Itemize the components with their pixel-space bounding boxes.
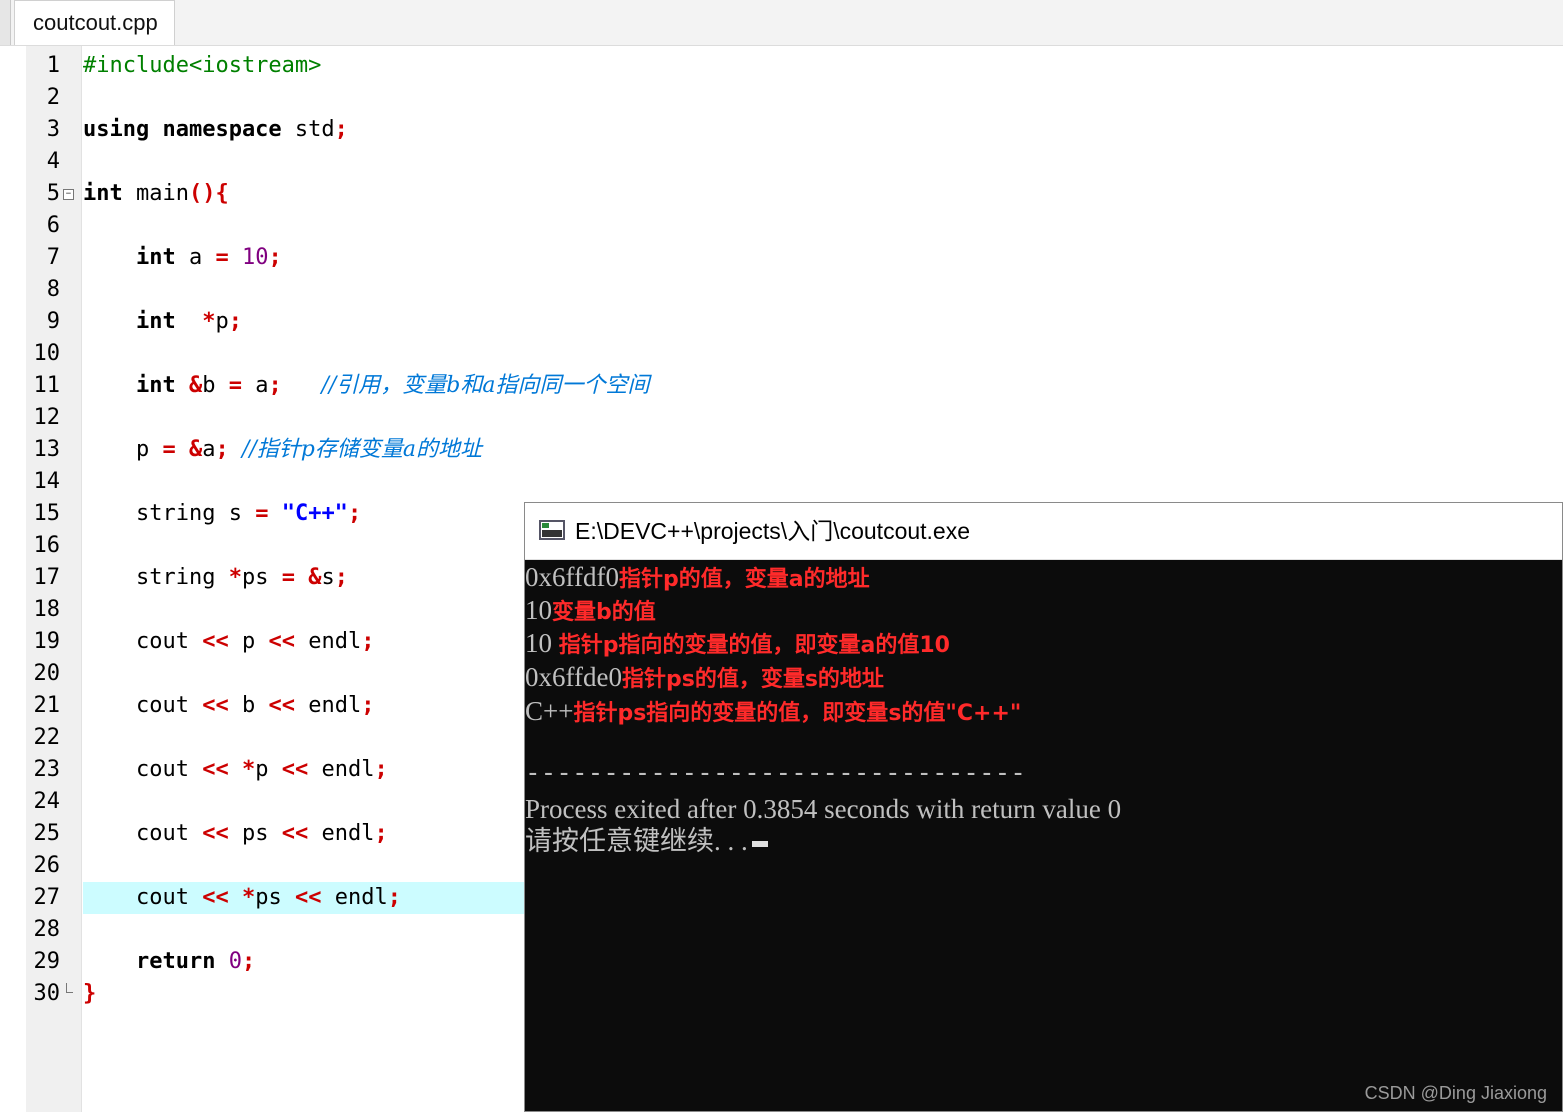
line-number: 2 [46,85,60,110]
annotation: 指针ps指向的变量的值，即变量s的值"C++" [573,701,1022,726]
line-number: 21 [33,693,61,718]
line-number: 7 [46,245,60,270]
code-line-27: cout << *ps << endl; [135,885,401,910]
line-number: 9 [46,309,60,334]
line-number: 12 [33,405,61,430]
line-number: 13 [33,437,61,462]
line-number: 11 [33,373,61,398]
line-number: 6 [46,213,60,238]
code-line-30: } [83,981,97,1006]
line-number: 16 [33,533,61,558]
line-number: 15 [33,501,61,526]
tab-bar: coutcout.cpp [0,0,1563,46]
line-number: 29 [33,949,61,974]
console-output-line: C++指针ps指向的变量的值，即变量s的值"C++" [525,696,1022,726]
line-number: 5 [46,181,60,206]
console-output-line: 0x6ffde0指针ps的值，变量s的地址 [525,662,884,692]
line-number: 10 [33,341,61,366]
annotation: 变量b的值 [552,600,656,625]
console-title: E:\DEVC++\projects\入门\coutcout.exe [575,518,971,544]
fold-end-marker-icon [66,983,73,993]
line-number: 20 [33,661,61,686]
line-number: 14 [33,469,61,494]
code-line-5: int main(){ [83,181,229,206]
line-number: 26 [33,853,61,878]
code-line-29: return 0; [135,949,256,974]
code-line-9: int *p; [135,309,242,334]
code-line-21: cout << b << endl; [135,693,375,718]
line-number: 3 [46,117,60,142]
tab-coutcout-cpp[interactable]: coutcout.cpp [14,0,175,45]
line-number: 8 [46,277,60,302]
code-line-19: cout << p << endl; [135,629,375,654]
code-line-7: int a = 10; [135,245,282,270]
fold-toggle-icon[interactable]: − [63,189,74,200]
line-number: 30 [33,981,61,1006]
code-line-23: cout << *p << endl; [135,757,388,782]
code-line-15: string s = "C++"; [135,501,362,526]
console-window[interactable]: E:\DEVC++\projects\入门\coutcout.exe 0x6ff… [524,502,1563,1112]
console-output-line: 10 指针p指向的变量的值，即变量a的值10 [525,628,950,658]
line-number: 28 [33,917,61,942]
console-separator: -------------------------------- [525,758,1026,788]
line-number: 23 [33,757,61,782]
console-prompt: 请按任意键继续. . . [525,824,768,858]
line-number: 1 [46,53,60,78]
line-number: 18 [33,597,61,622]
console-process-status: Process exited after 0.3854 seconds with… [525,794,1122,824]
code-line-13: p = &a; //指针p存储变量a的地址 [135,437,483,462]
line-number: 22 [33,725,61,750]
line-number-gutter: 1 2 3 4 5 − 6 7 8 9 10 11 12 13 14 15 16… [26,46,82,1112]
console-title-bar[interactable]: E:\DEVC++\projects\入门\coutcout.exe [525,503,1562,560]
line-number: 24 [33,789,61,814]
annotation: 指针ps的值，变量s的地址 [621,667,884,692]
console-app-icon [539,520,565,540]
code-line-25: cout << ps << endl; [135,821,388,846]
line-number: 19 [33,629,61,654]
tab-bar-edge [0,0,11,45]
line-number: 4 [46,149,60,174]
annotation: 指针p指向的变量的值，即变量a的值10 [558,633,950,658]
line-number: 27 [33,885,61,910]
console-output-line: 0x6ffdf0指针p的值，变量a的地址 [525,562,870,592]
code-line-11: int &b = a; //引用，变量b和a指向同一个空间 [135,373,650,398]
code-line-17: string *ps = &s; [135,565,348,590]
line-number: 17 [33,565,61,590]
code-line-1: #include<iostream> [83,53,322,78]
console-output-line: 10变量b的值 [525,595,656,625]
annotation: 指针p的值，变量a的地址 [619,567,870,592]
watermark: CSDN @Ding Jiaxiong [1364,1083,1547,1103]
line-number: 25 [33,821,61,846]
console-cursor [751,840,768,847]
code-line-3: using namespace std; [83,117,348,142]
